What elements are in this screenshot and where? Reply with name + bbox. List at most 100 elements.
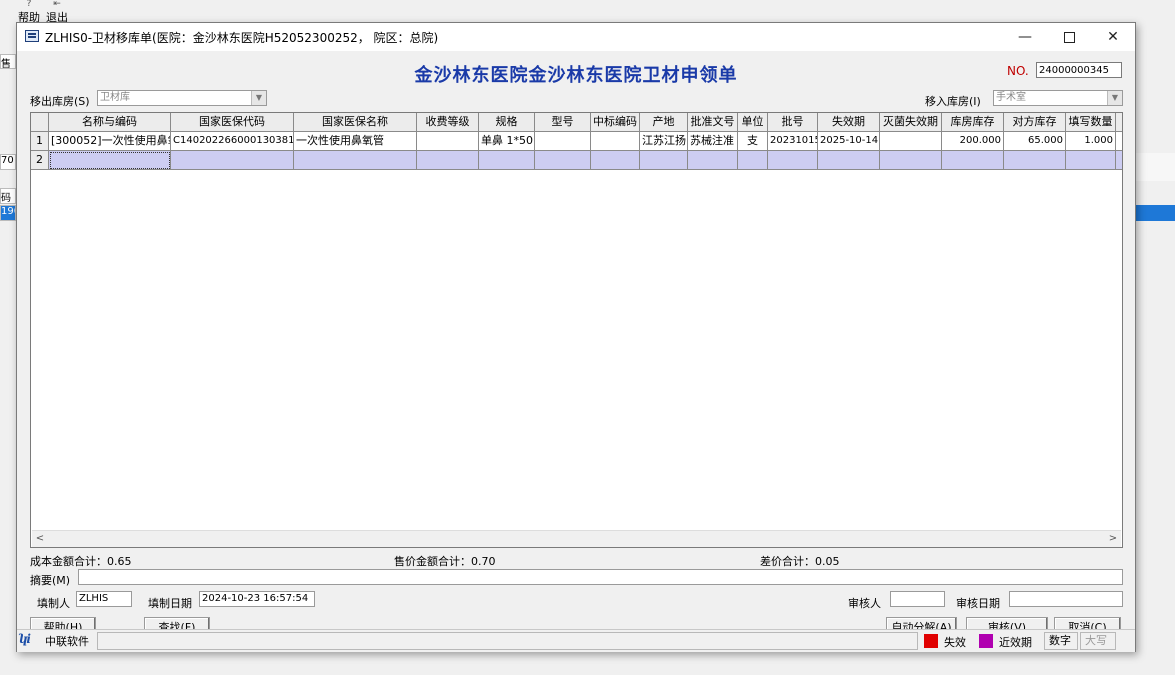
- diff-total: 差价合计：0.05: [760, 555, 840, 568]
- table-cell[interactable]: C14020226600013038190: [171, 132, 294, 151]
- table-cell[interactable]: 苏械注准: [688, 132, 738, 151]
- table-cell[interactable]: [417, 151, 479, 170]
- bg-fragment: 70: [0, 154, 16, 170]
- table-cell[interactable]: [294, 151, 417, 170]
- table-cell[interactable]: [171, 151, 294, 170]
- bg-fragment: 190: [0, 205, 16, 221]
- minimize-button[interactable]: —: [1003, 23, 1047, 51]
- from-store-select[interactable]: 卫材库 ▼: [97, 90, 267, 106]
- maker-label: 填制人: [37, 597, 70, 610]
- table-cell[interactable]: 一次性使用鼻氧管: [294, 132, 417, 151]
- summary-label: 摘要(M): [30, 574, 71, 587]
- table-cell[interactable]: [880, 151, 942, 170]
- table-cell[interactable]: 20231015: [768, 132, 818, 151]
- col-header[interactable]: 填写数量: [1066, 113, 1116, 132]
- exit-icon: ⇤: [53, 0, 61, 9]
- col-header[interactable]: 收费等级: [417, 113, 479, 132]
- document-title: 金沙林东医院金沙林东医院卫材申领单: [414, 65, 738, 86]
- expired-legend-swatch: [924, 634, 938, 648]
- col-header[interactable]: 对方库存: [1004, 113, 1066, 132]
- col-header[interactable]: 型号: [535, 113, 591, 132]
- chevron-down-icon: ▼: [251, 91, 266, 105]
- table-cell[interactable]: 1.000: [1066, 132, 1116, 151]
- col-header[interactable]: 批准文号: [688, 113, 738, 132]
- near-expiry-legend-swatch: [979, 634, 993, 648]
- close-button[interactable]: ✕: [1091, 23, 1135, 51]
- table-cell[interactable]: [1116, 132, 1122, 151]
- table-cell[interactable]: [591, 132, 640, 151]
- maker-field[interactable]: ZLHIS: [76, 591, 132, 607]
- table-cell[interactable]: [479, 151, 535, 170]
- table-cell[interactable]: [591, 151, 640, 170]
- col-header[interactable]: 中标编码: [591, 113, 640, 132]
- table-cell[interactable]: [640, 151, 688, 170]
- table-cell[interactable]: [49, 151, 171, 170]
- table-cell[interactable]: [738, 151, 768, 170]
- table-cell[interactable]: [818, 151, 880, 170]
- audit-date-field[interactable]: [1009, 591, 1123, 607]
- status-message-panel: [97, 632, 918, 650]
- table-cell[interactable]: [535, 132, 591, 151]
- make-date-label: 填制日期: [148, 597, 192, 610]
- capslock-indicator: 大写: [1080, 632, 1116, 650]
- table-cell[interactable]: 单鼻 1*50: [479, 132, 535, 151]
- col-header[interactable]: 批号: [768, 113, 818, 132]
- col-header[interactable]: 国家医保名称: [294, 113, 417, 132]
- col-header[interactable]: 库房库存: [942, 113, 1004, 132]
- table-row[interactable]: 1 [300052]一次性使用鼻氧管 C14020226600013038190…: [31, 132, 1122, 151]
- table-cell[interactable]: [1066, 151, 1116, 170]
- col-header[interactable]: 国家医保代码: [171, 113, 294, 132]
- table-cell[interactable]: [1116, 151, 1122, 170]
- horizontal-scrollbar[interactable]: < >: [32, 530, 1121, 547]
- title-bar: ZLHIS0-卫材移库单(医院：金沙林东医院H52052300252， 院区：总…: [17, 23, 1135, 51]
- cost-total: 成本金额合计：0.65: [30, 555, 132, 568]
- table-cell[interactable]: 支: [738, 132, 768, 151]
- table-cell[interactable]: [942, 151, 1004, 170]
- bg-fragment: 售: [0, 54, 16, 69]
- col-header[interactable]: 名称与编码: [49, 113, 171, 132]
- table-cell[interactable]: [535, 151, 591, 170]
- table-cell[interactable]: [300052]一次性使用鼻氧管: [49, 132, 171, 151]
- table-cell[interactable]: [417, 132, 479, 151]
- chevron-down-icon: ▼: [1107, 91, 1122, 105]
- table-cell[interactable]: [688, 151, 738, 170]
- col-header[interactable]: 失效期: [818, 113, 880, 132]
- summary-input[interactable]: [78, 569, 1123, 585]
- expired-legend-label: 失效: [944, 636, 966, 649]
- table-cell[interactable]: [768, 151, 818, 170]
- table-cell[interactable]: 2025-10-14: [818, 132, 880, 151]
- table-cell[interactable]: [880, 132, 942, 151]
- scroll-left-icon[interactable]: <: [32, 531, 48, 547]
- from-store-label: 移出库房(S): [30, 95, 90, 108]
- numlock-indicator: 数字: [1044, 632, 1078, 650]
- scroll-right-icon[interactable]: >: [1105, 531, 1121, 547]
- make-date-field[interactable]: 2024-10-23 16:57:54: [199, 591, 315, 607]
- status-bar: ʮi 中联软件 失效 近效期 数字 大写: [17, 629, 1135, 652]
- audit-date-label: 审核日期: [956, 597, 1000, 610]
- bg-selected-row: [1135, 205, 1175, 221]
- close-icon: ✕: [1107, 29, 1119, 45]
- items-grid[interactable]: 名称与编码 国家医保代码 国家医保名称 收费等级 规格 型号 中标编码 产地 批…: [30, 112, 1123, 548]
- window-title: ZLHIS0-卫材移库单(医院：金沙林东医院H52052300252， 院区：总…: [45, 31, 439, 45]
- help-icon: ?: [26, 0, 32, 9]
- col-header[interactable]: 产地: [640, 113, 688, 132]
- table-row[interactable]: 2: [31, 151, 1122, 170]
- row-number: 2: [31, 151, 49, 170]
- col-header[interactable]: 单位: [738, 113, 768, 132]
- to-store-select[interactable]: 手术室 ▼: [993, 90, 1123, 106]
- maximize-button[interactable]: [1047, 23, 1091, 51]
- col-header[interactable]: 灭菌失效期: [880, 113, 942, 132]
- col-header[interactable]: 实: [1116, 113, 1122, 132]
- table-cell[interactable]: [1004, 151, 1066, 170]
- row-number: 1: [31, 132, 49, 151]
- to-store-label: 移入库房(I): [925, 95, 981, 108]
- no-field[interactable]: 24000000345: [1036, 62, 1122, 78]
- no-label: NO.: [1007, 64, 1029, 78]
- auditor-field[interactable]: [890, 591, 945, 607]
- table-cell[interactable]: 200.000: [942, 132, 1004, 151]
- col-header[interactable]: 规格: [479, 113, 535, 132]
- near-expiry-legend-label: 近效期: [999, 636, 1032, 649]
- table-cell[interactable]: 65.000: [1004, 132, 1066, 151]
- table-cell[interactable]: 江苏江扬: [640, 132, 688, 151]
- dialog-content: 金沙林东医院金沙林东医院卫材申领单 NO. 24000000345 移出库房(S…: [17, 51, 1135, 652]
